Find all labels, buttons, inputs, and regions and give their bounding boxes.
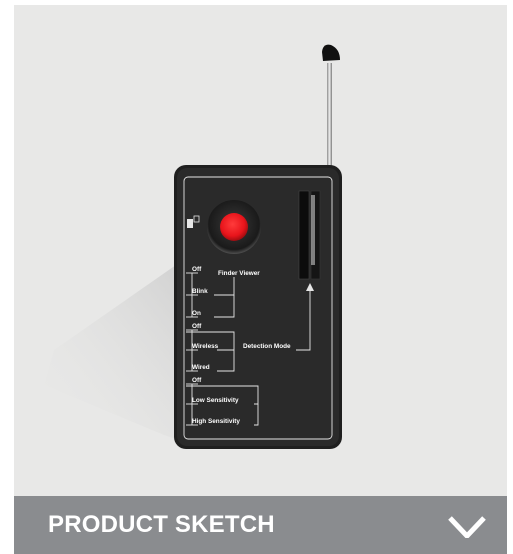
battery-icon	[187, 219, 193, 228]
finder-viewer-slit	[298, 190, 310, 280]
product-card: Off Blink On Finder Viewer Off Wireless …	[14, 5, 507, 554]
product-photo: Off Blink On Finder Viewer Off Wireless …	[14, 5, 507, 496]
label-detection-mode: Detection Mode	[243, 343, 291, 350]
label-wired: Wired	[192, 364, 210, 371]
device-shadow	[44, 265, 179, 440]
antenna-tip	[322, 44, 340, 61]
label-off-2: Off	[192, 323, 202, 330]
product-sketch-toggle[interactable]: PRODUCT SKETCH	[14, 496, 507, 554]
chevron-down-icon[interactable]	[448, 516, 486, 538]
record-button	[220, 213, 248, 241]
label-low-sensitivity: Low Sensitivity	[192, 397, 239, 404]
label-blink: Blink	[192, 288, 208, 295]
label-high-sensitivity: High Sensitivity	[192, 418, 240, 425]
label-off-3: Off	[192, 377, 202, 384]
label-on: On	[192, 310, 201, 317]
antenna-rod	[327, 63, 332, 173]
detector-device-image: Off Blink On Finder Viewer Off Wireless …	[44, 44, 342, 449]
label-finder-viewer: Finder Viewer	[218, 270, 260, 277]
label-wireless: Wireless	[192, 343, 219, 350]
band-title: PRODUCT SKETCH	[48, 511, 275, 538]
label-off-1: Off	[192, 266, 202, 273]
